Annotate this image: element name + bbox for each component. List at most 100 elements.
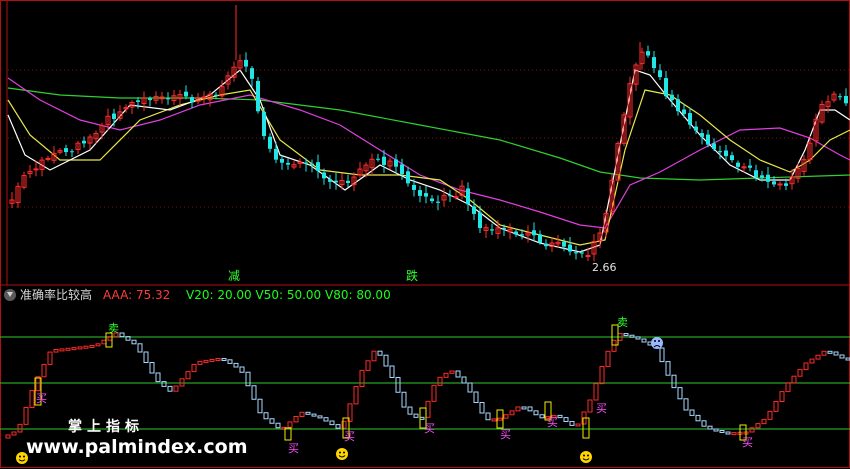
indicator-bar-down bbox=[227, 359, 233, 364]
candle-down bbox=[466, 188, 470, 205]
candle-down bbox=[262, 111, 266, 137]
candle-down bbox=[286, 162, 290, 165]
candle-up bbox=[33, 168, 39, 171]
indicator-bar-up bbox=[371, 350, 377, 362]
indicator-bar-down bbox=[557, 414, 563, 419]
indicator-bar-down bbox=[395, 376, 401, 393]
indicator-bar-up bbox=[293, 416, 299, 423]
buy-signal-label: 买 bbox=[596, 402, 607, 415]
chart-canvas: 买买买买 买买买买卖卖 bbox=[0, 0, 850, 468]
candle-up bbox=[201, 96, 207, 99]
indicator-header: 准确率比较高 AAA: 75.32 V20: 20.00 V50: 50.00 … bbox=[0, 285, 850, 305]
candle-down bbox=[280, 158, 284, 163]
candle-down bbox=[136, 100, 140, 102]
candle-down bbox=[646, 51, 650, 56]
indicator-bar-down bbox=[335, 424, 341, 429]
indicator-bar-down bbox=[461, 376, 467, 384]
candle-down bbox=[310, 163, 314, 165]
indicator-name[interactable]: 准确率比较高 bbox=[20, 289, 92, 301]
candle-up bbox=[453, 196, 459, 199]
candle-down bbox=[412, 184, 416, 190]
indicator-bar-up bbox=[173, 385, 179, 392]
ma-slow-path bbox=[7, 77, 850, 229]
candle-down bbox=[784, 183, 788, 186]
indicator-bar-down bbox=[713, 428, 719, 432]
indicator-bar-down bbox=[641, 338, 647, 343]
indicator-bar-down bbox=[521, 406, 527, 410]
indicator-bar-down bbox=[707, 425, 713, 430]
candle-down bbox=[682, 109, 686, 114]
buy-signal-label: 买 bbox=[36, 392, 47, 405]
candle-down bbox=[274, 148, 278, 160]
ma-fast-line bbox=[7, 69, 850, 253]
candle-up bbox=[45, 157, 51, 160]
candle-down bbox=[688, 113, 692, 125]
indicator-bar-down bbox=[317, 415, 323, 419]
indicator-bar-up bbox=[593, 383, 599, 401]
indicator-bar-up bbox=[449, 370, 455, 374]
ma-mid-path bbox=[7, 89, 850, 246]
indicator-bar-down bbox=[419, 416, 425, 420]
ma-fast-path bbox=[7, 69, 850, 253]
candle-down bbox=[838, 96, 842, 98]
watermark-title: 掌上指标 bbox=[68, 419, 144, 435]
indicator-bar-up bbox=[53, 349, 59, 353]
indicator-bar-down bbox=[563, 417, 569, 423]
indicator-bar-up bbox=[29, 390, 35, 408]
watermark-url: www.palmindex.com bbox=[26, 436, 248, 458]
indicator-bar-down bbox=[839, 354, 845, 359]
watermark: 掌上指标 www.palmindex.com bbox=[6, 419, 248, 462]
sad-eye bbox=[658, 340, 660, 342]
indicator-bar-down bbox=[539, 414, 545, 419]
candle-down bbox=[670, 94, 674, 101]
indicator-bar-up bbox=[35, 376, 41, 392]
indicator-bar-up bbox=[803, 362, 809, 371]
indicator-bar-down bbox=[719, 430, 725, 433]
indicator-bar-up bbox=[491, 418, 497, 422]
indicator-bar-up bbox=[821, 350, 827, 356]
indicator-bar-up bbox=[65, 347, 71, 351]
indicator-bar-up bbox=[749, 427, 755, 433]
indicator-bar-up bbox=[437, 376, 443, 386]
candle-down bbox=[718, 151, 722, 153]
gear-icon[interactable] bbox=[4, 289, 16, 301]
indicator-bar-up bbox=[791, 375, 797, 384]
candle-down bbox=[268, 136, 272, 149]
indicator-bar-down bbox=[833, 351, 839, 356]
candle-down bbox=[148, 98, 152, 101]
indicator-bar-down bbox=[455, 370, 461, 378]
sell-signal-label: 卖 bbox=[617, 316, 628, 329]
candle-down bbox=[676, 99, 680, 112]
indicator-bar-up bbox=[503, 414, 509, 419]
candle-down bbox=[448, 195, 452, 197]
candle-down bbox=[544, 243, 548, 247]
candle-down bbox=[250, 68, 254, 79]
panel-frame bbox=[0, 0, 850, 468]
indicator-bar-down bbox=[569, 421, 575, 426]
indicator-bar-up bbox=[431, 384, 437, 402]
candle-down bbox=[700, 133, 704, 137]
indicator-bar-down bbox=[689, 409, 695, 416]
indicator-bar-down bbox=[239, 366, 245, 373]
indicator-bar-up bbox=[359, 369, 365, 387]
indicator-bar-down bbox=[827, 350, 833, 354]
indicator-bar-up bbox=[575, 423, 581, 427]
sad-eye bbox=[654, 340, 656, 342]
sad-face-icon bbox=[651, 337, 663, 349]
indicator-bar-up bbox=[515, 406, 521, 412]
candle-down bbox=[112, 113, 116, 119]
outer-border bbox=[0, 0, 850, 468]
indicator-bar-down bbox=[413, 413, 419, 418]
signal-jian-label: 减 bbox=[228, 269, 241, 283]
indicator-bar-up bbox=[191, 363, 197, 373]
indicator-bar-up bbox=[785, 382, 791, 393]
buy-signal-label: 买 bbox=[500, 428, 511, 441]
indicator-bar-down bbox=[407, 406, 413, 415]
buy-signal-label: 买 bbox=[344, 430, 355, 443]
indicator-bar-down bbox=[119, 332, 125, 338]
candle-down bbox=[334, 180, 338, 183]
candle-down bbox=[382, 156, 386, 166]
indicator-bar-up bbox=[797, 369, 803, 377]
candle-down bbox=[472, 206, 476, 214]
candle-down bbox=[658, 70, 662, 78]
